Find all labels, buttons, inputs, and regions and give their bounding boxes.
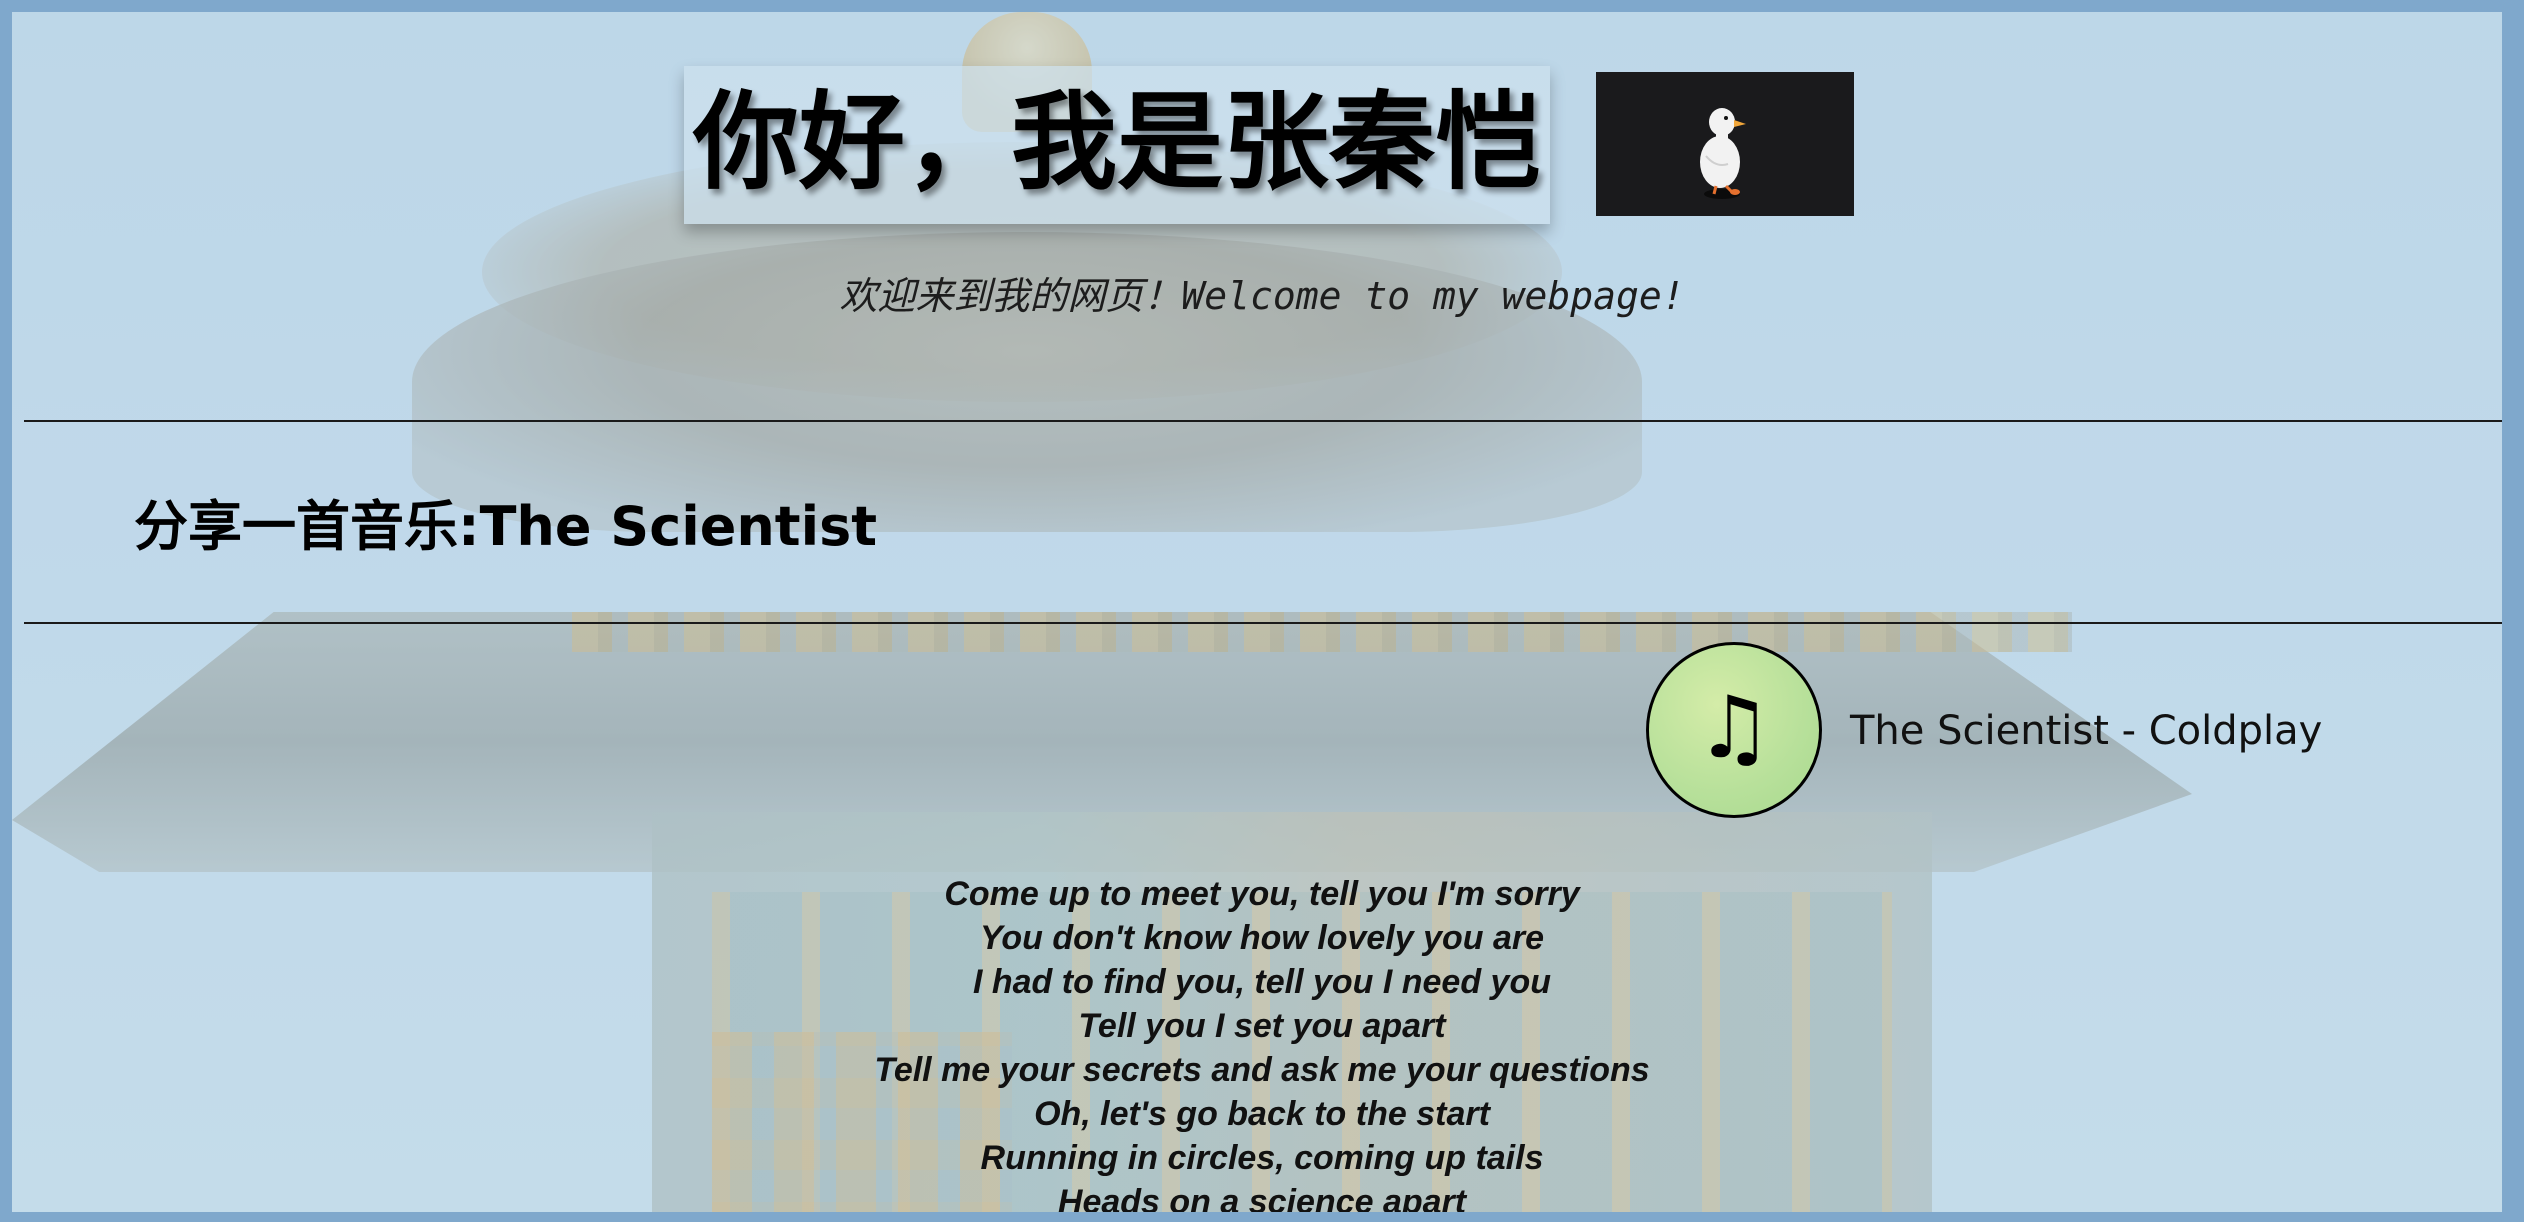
divider-top [24,420,2502,422]
welcome-subtitle: 欢迎来到我的网页！Welcome to my webpage! [839,274,1685,318]
music-section-heading: 分享一首音乐:The Scientist [134,495,878,558]
lyric-line: Running in circles, coming up tails [980,1139,1544,1177]
page-viewport[interactable]: 你好，我是张秦恺 欢迎来到我的网页！Welcome to my webpage! [12,12,2502,1212]
lyric-line: I had to find you, tell you I need you [972,963,1552,1001]
duck-image [1596,72,1854,216]
lyric-line: Oh, let's go back to the start [1034,1095,1490,1133]
duck-icon [1700,108,1746,199]
track-title: The Scientist - Coldplay [1850,708,2323,754]
divider-bottom [24,622,2502,624]
lyric-line: Come up to meet you, tell you I'm sorry [944,875,1580,913]
lyric-line: Heads on a science apart [1057,1183,1467,1212]
music-note-icon: ♫ [1695,678,1773,778]
lyric-line: Tell you I set you apart [1078,1007,1446,1045]
page-content: 你好，我是张秦恺 欢迎来到我的网页！Welcome to my webpage! [12,12,2502,1212]
lyric-line: Tell me your secrets and ask me your que… [874,1051,1650,1089]
page-title: 你好，我是张秦恺 [693,81,1541,204]
lyric-line: You don't know how lovely you are [979,919,1545,957]
lyrics-list: Come up to meet you, tell you I'm sorry … [612,872,1912,1212]
music-play-button[interactable]: ♫ [1646,642,1822,818]
browser-frame: 你好，我是张秦恺 欢迎来到我的网页！Welcome to my webpage! [0,0,2524,1222]
